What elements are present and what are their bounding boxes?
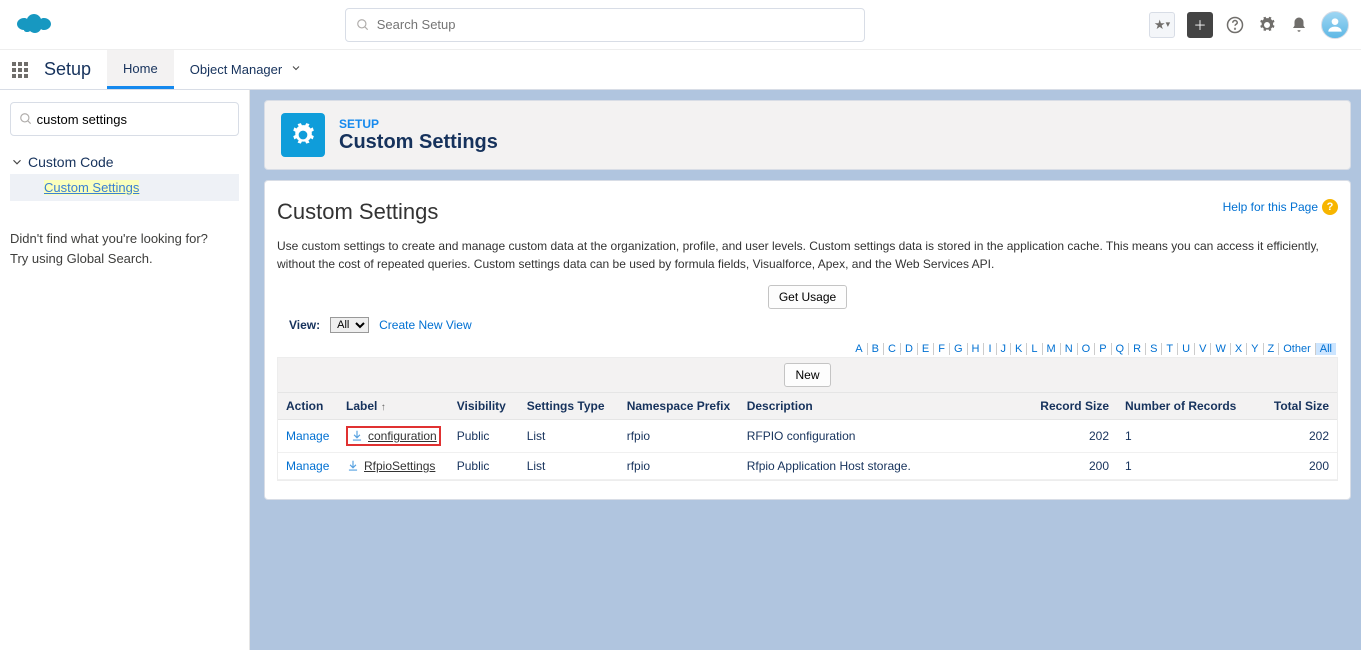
col-total-size: Total Size <box>1257 393 1337 420</box>
help-icon[interactable] <box>1225 15 1245 35</box>
col-action: Action <box>278 393 338 420</box>
app-name: Setup <box>40 50 107 89</box>
alpha-x[interactable]: X <box>1231 343 1247 355</box>
setup-sidebar: Custom Code Custom Settings Didn't find … <box>0 90 250 650</box>
col-label[interactable]: Label ↑ <box>338 393 449 420</box>
alpha-l[interactable]: L <box>1027 343 1042 355</box>
alpha-w[interactable]: W <box>1211 343 1230 355</box>
alpha-k[interactable]: K <box>1011 343 1027 355</box>
help-link[interactable]: Help for this Page ? <box>1223 199 1338 215</box>
alpha-f[interactable]: F <box>934 343 950 355</box>
tab-home[interactable]: Home <box>107 50 174 89</box>
content-panel: Custom Settings Help for this Page ? Use… <box>264 180 1351 500</box>
alpha-y[interactable]: Y <box>1247 343 1263 355</box>
alpha-a[interactable]: A <box>851 343 867 355</box>
tab-object-manager[interactable]: Object Manager <box>174 50 319 89</box>
chevron-down-icon <box>10 155 24 169</box>
notifications-icon[interactable] <box>1289 15 1309 35</box>
main-content: SETUP Custom Settings Custom Settings He… <box>250 90 1361 650</box>
setting-label-link[interactable]: RfpioSettings <box>364 459 435 473</box>
custom-settings-table: Action Label ↑ Visibility Settings Type … <box>278 393 1337 480</box>
alpha-h[interactable]: H <box>968 343 985 355</box>
global-search-input[interactable] <box>377 17 854 32</box>
alpha-q[interactable]: Q <box>1112 343 1130 355</box>
alpha-all[interactable]: All <box>1316 343 1336 355</box>
col-description: Description <box>739 393 1027 420</box>
alpha-u[interactable]: U <box>1178 343 1195 355</box>
col-visibility: Visibility <box>449 393 519 420</box>
tree-item-custom-settings[interactable]: Custom Settings <box>10 174 239 201</box>
alpha-o[interactable]: O <box>1078 343 1096 355</box>
tab-label: Object Manager <box>190 62 283 77</box>
breadcrumb: SETUP <box>339 117 498 131</box>
alpha-s[interactable]: S <box>1146 343 1162 355</box>
alpha-c[interactable]: C <box>884 343 901 355</box>
col-num-records: Number of Records <box>1117 393 1257 420</box>
alpha-v[interactable]: V <box>1195 343 1211 355</box>
setting-label-link[interactable]: configuration <box>368 429 437 443</box>
alpha-j[interactable]: J <box>997 343 1012 355</box>
view-label: View: <box>289 318 320 332</box>
section-title: Custom Settings <box>277 199 438 225</box>
manage-link[interactable]: Manage <box>286 459 329 473</box>
alpha-p[interactable]: P <box>1095 343 1111 355</box>
setup-gear-icon[interactable] <box>1257 15 1277 35</box>
favorites-icon[interactable]: ★▾ <box>1149 12 1175 38</box>
nav-bar: Setup Home Object Manager <box>0 50 1361 90</box>
col-namespace: Namespace Prefix <box>619 393 739 420</box>
alpha-m[interactable]: M <box>1043 343 1061 355</box>
table-row: Manage configurationPublicListrfpioRFPIO… <box>278 420 1337 453</box>
alpha-d[interactable]: D <box>901 343 918 355</box>
gear-icon <box>281 113 325 157</box>
alpha-z[interactable]: Z <box>1264 343 1280 355</box>
alpha-b[interactable]: B <box>868 343 884 355</box>
alpha-i[interactable]: I <box>984 343 996 355</box>
app-launcher-icon[interactable] <box>0 50 40 89</box>
search-icon <box>19 112 33 126</box>
alpha-other[interactable]: Other <box>1279 343 1316 355</box>
alpha-e[interactable]: E <box>918 343 934 355</box>
col-settings-type: Settings Type <box>519 393 619 420</box>
alpha-r[interactable]: R <box>1129 343 1146 355</box>
tree-section-custom-code[interactable]: Custom Code <box>10 150 239 174</box>
quick-find[interactable] <box>10 102 239 136</box>
quick-find-input[interactable] <box>37 112 230 127</box>
view-select[interactable]: All <box>330 317 369 333</box>
help-badge-icon: ? <box>1322 199 1338 215</box>
global-search[interactable] <box>345 8 865 42</box>
global-header: ★▾ ＋ <box>0 0 1361 50</box>
global-actions-icon[interactable]: ＋ <box>1187 12 1213 38</box>
section-description: Use custom settings to create and manage… <box>277 237 1338 273</box>
manage-link[interactable]: Manage <box>286 429 329 443</box>
chevron-down-icon <box>290 62 302 77</box>
alpha-g[interactable]: G <box>950 343 968 355</box>
col-record-size: Record Size <box>1027 393 1117 420</box>
sort-asc-icon: ↑ <box>381 402 386 413</box>
alpha-n[interactable]: N <box>1061 343 1078 355</box>
create-new-view-link[interactable]: Create New View <box>379 318 471 332</box>
alpha-filter: ABCDEFGHIJKLMNOPQRSTUVWXYZOtherAll <box>277 343 1338 355</box>
user-avatar[interactable] <box>1321 11 1349 39</box>
table-row: Manage RfpioSettingsPublicListrfpioRfpio… <box>278 453 1337 480</box>
get-usage-button[interactable]: Get Usage <box>768 285 847 309</box>
salesforce-logo[interactable] <box>12 9 60 41</box>
page-header: SETUP Custom Settings <box>264 100 1351 170</box>
page-title: Custom Settings <box>339 131 498 154</box>
search-icon <box>356 18 370 32</box>
no-results-hint: Didn't find what you're looking for? Try… <box>10 229 239 268</box>
alpha-t[interactable]: T <box>1162 343 1178 355</box>
new-button[interactable]: New <box>784 363 830 387</box>
